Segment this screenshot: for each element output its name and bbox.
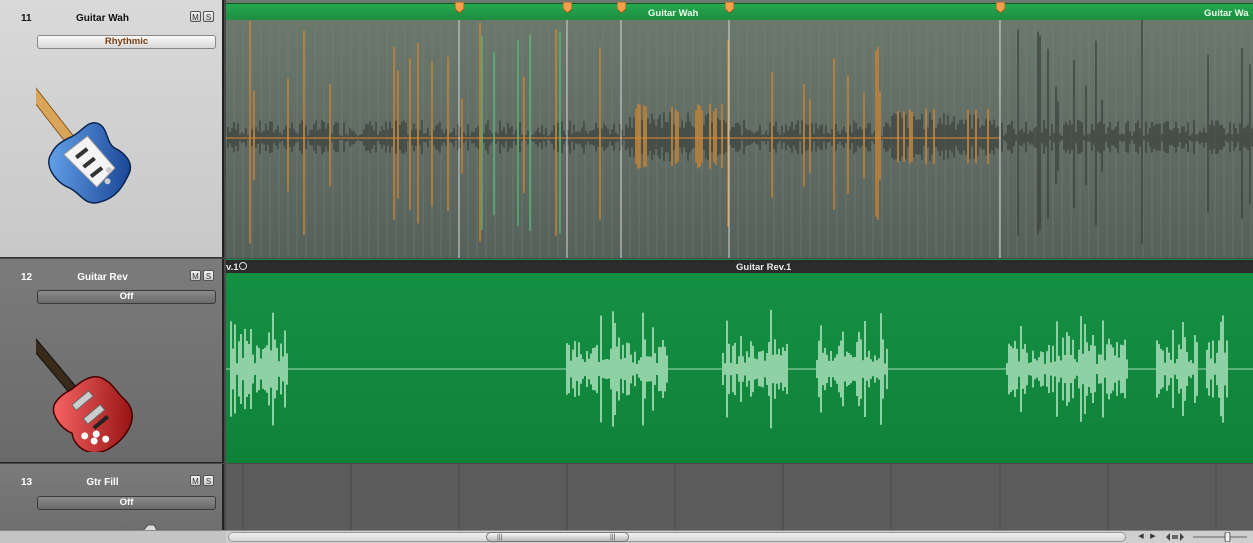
mute-button[interactable]: M bbox=[190, 475, 201, 486]
zoom-slider[interactable] bbox=[1191, 532, 1249, 542]
blue-electric-guitar-icon bbox=[36, 79, 132, 204]
track-lane-guitar-rev[interactable]: v.1 Guitar Rev.1 bbox=[226, 259, 1253, 463]
empty-lane-grid bbox=[242, 464, 1217, 530]
red-electric-guitar-icon bbox=[36, 328, 133, 452]
flex-marker-icon[interactable] bbox=[725, 2, 734, 13]
track-header-guitar-rev[interactable]: 12 Guitar Rev M S Off bbox=[0, 259, 224, 463]
region-header-guitar-wah[interactable]: Guitar Wah Guitar Wa bbox=[226, 3, 1253, 20]
guitar-icon bbox=[143, 524, 158, 530]
solo-button[interactable]: S bbox=[203, 11, 214, 22]
track-headers: 11 Guitar Wah M S Rhythmic 12 Guitar Rev… bbox=[0, 0, 226, 530]
track-header-gtr-fill[interactable]: 13 Gtr Fill M S Off bbox=[0, 464, 224, 530]
arrow-left-icon[interactable]: ◀ bbox=[1135, 532, 1147, 542]
loop-icon bbox=[239, 262, 247, 270]
track-lane-gtr-fill[interactable] bbox=[226, 464, 1253, 530]
mute-button[interactable]: M bbox=[190, 270, 201, 281]
flex-marker-icon[interactable] bbox=[563, 2, 572, 13]
region-title: Guitar Wah bbox=[648, 8, 699, 19]
flex-marker-icon[interactable] bbox=[617, 2, 626, 13]
effect-preset-button[interactable]: Off bbox=[37, 496, 216, 510]
guitar-wah-waveform bbox=[226, 14, 1253, 258]
solo-button[interactable]: S bbox=[203, 475, 214, 486]
track-name[interactable]: Guitar Wah bbox=[60, 13, 145, 24]
scroll-track[interactable] bbox=[228, 532, 1126, 542]
track-lane-guitar-wah[interactable]: Guitar Wah Guitar Wa bbox=[226, 0, 1253, 258]
region-title: Guitar Rev.1 bbox=[736, 262, 792, 273]
track-number: 11 bbox=[21, 13, 32, 24]
zoom-icon[interactable] bbox=[1166, 532, 1184, 542]
guitar-rev-waveform bbox=[226, 309, 1253, 429]
thumb-grip: ||| bbox=[610, 534, 616, 541]
effect-preset-button[interactable]: Off bbox=[37, 290, 216, 304]
mute-button[interactable]: M bbox=[190, 11, 201, 22]
scroll-thumb[interactable]: ||| ||| bbox=[486, 532, 629, 542]
track-number: 12 bbox=[21, 272, 33, 283]
effect-preset-button[interactable]: Rhythmic bbox=[37, 35, 216, 49]
track-name[interactable]: Guitar Rev bbox=[60, 272, 145, 283]
arrange-area[interactable]: Guitar Wah Guitar Wa v.1 Guitar Rev.1 bbox=[226, 0, 1253, 530]
track-number: 13 bbox=[21, 477, 33, 488]
region-header-guitar-rev[interactable]: v.1 Guitar Rev.1 bbox=[226, 260, 1253, 273]
thumb-grip: ||| bbox=[497, 534, 503, 541]
solo-button[interactable]: S bbox=[203, 270, 214, 281]
arrow-right-icon[interactable]: ▶ bbox=[1147, 532, 1159, 542]
scrollbar-left-filler bbox=[0, 531, 226, 543]
flex-marker-icon[interactable] bbox=[455, 2, 464, 13]
region-title: v.1 bbox=[226, 262, 239, 273]
horizontal-scrollbar[interactable]: ||| ||| ◀ ▶ bbox=[0, 530, 1253, 543]
flex-marker-icon[interactable] bbox=[996, 2, 1005, 13]
track-header-guitar-wah[interactable]: 11 Guitar Wah M S Rhythmic bbox=[0, 0, 224, 258]
track-name[interactable]: Gtr Fill bbox=[60, 477, 145, 488]
region-title: Guitar Wa bbox=[1204, 8, 1249, 19]
